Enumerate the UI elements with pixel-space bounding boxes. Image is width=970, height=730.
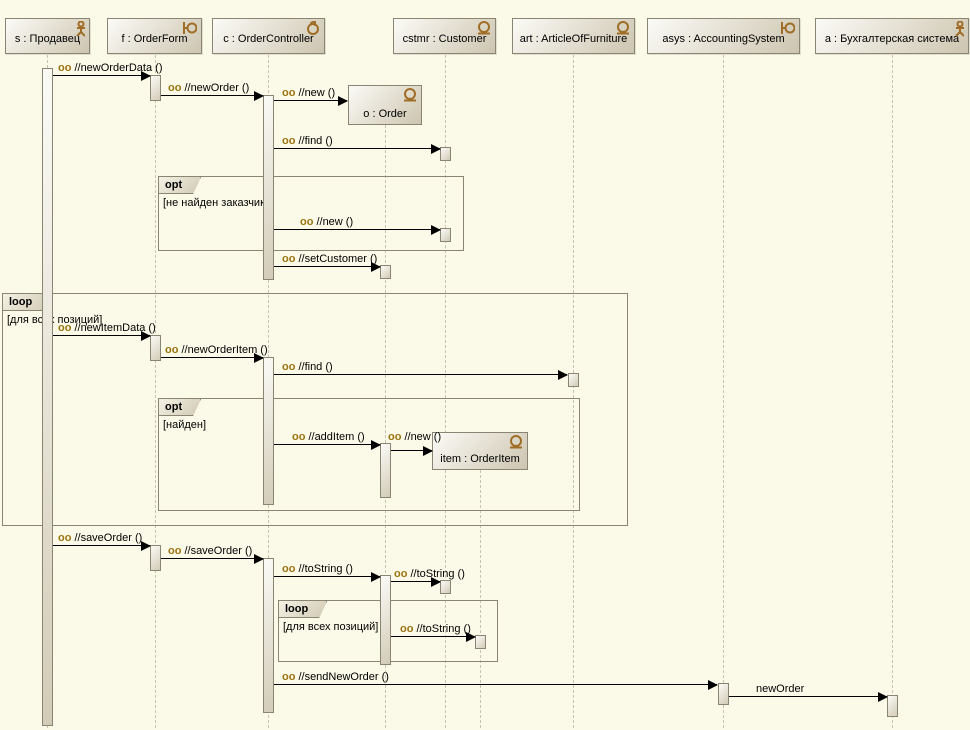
fragment-opt1[interactable]: opt [не найден заказчик] bbox=[158, 176, 464, 251]
message-m8[interactable] bbox=[161, 357, 263, 358]
message-label: oo//toString () bbox=[394, 568, 465, 580]
message-label: newOrder bbox=[756, 683, 804, 695]
activation-cstmr bbox=[440, 228, 451, 242]
activation-c bbox=[263, 95, 274, 280]
message-label: oo//newOrder () bbox=[168, 82, 249, 94]
activation-f bbox=[150, 545, 161, 571]
fragment-opt2[interactable]: opt [найден] bbox=[158, 398, 580, 511]
activation-o bbox=[380, 265, 391, 279]
fragment-guard: [не найден заказчик] bbox=[163, 197, 268, 209]
fragment-tag: loop bbox=[279, 601, 327, 618]
activation-asys bbox=[718, 683, 729, 705]
entity-icon bbox=[477, 21, 491, 38]
activation-a bbox=[887, 695, 898, 717]
lifeline-head-f[interactable]: f : OrderForm bbox=[107, 18, 202, 54]
message-label: oo//find () bbox=[282, 135, 333, 147]
message-label: oo//sendNewOrder () bbox=[282, 671, 389, 683]
lifeline-head-c[interactable]: c : OrderController bbox=[212, 18, 325, 54]
entity-icon bbox=[403, 88, 417, 105]
lifeline-label: f : OrderForm bbox=[121, 27, 187, 45]
fragment-guard: [найден] bbox=[163, 419, 206, 431]
entity-icon bbox=[616, 21, 630, 38]
activation-art bbox=[568, 373, 579, 387]
message-label: oo//newItemData () bbox=[58, 322, 156, 334]
message-label: oo//newOrderData () bbox=[58, 62, 162, 74]
message-m12[interactable] bbox=[53, 545, 150, 546]
message-label: oo//saveOrder () bbox=[58, 532, 142, 544]
message-label: oo//saveOrder () bbox=[168, 545, 252, 557]
activation-item bbox=[475, 635, 486, 649]
boundary-icon bbox=[781, 21, 795, 38]
control-icon bbox=[306, 21, 320, 38]
activation-c bbox=[263, 357, 274, 505]
lifeline-head-asys[interactable]: asys : AccountingSystem bbox=[647, 18, 800, 54]
lifeline-head-cstmr[interactable]: cstmr : Customer bbox=[393, 18, 496, 54]
message-m7[interactable] bbox=[53, 335, 150, 336]
actor-icon bbox=[75, 21, 85, 40]
message-label: oo//new () bbox=[388, 431, 441, 443]
fragment-tag: opt bbox=[159, 177, 201, 194]
message-m13[interactable] bbox=[161, 558, 263, 559]
message-m3[interactable] bbox=[274, 100, 347, 101]
message-label: oo//setCustomer () bbox=[282, 253, 377, 265]
fragment-tag: opt bbox=[159, 399, 201, 416]
activation-o bbox=[380, 575, 391, 665]
message-m1[interactable] bbox=[53, 75, 150, 76]
message-label: oo//find () bbox=[282, 361, 333, 373]
object-label: o : Order bbox=[363, 108, 406, 120]
lifeline-head-a[interactable]: a : Бухгалтерская система bbox=[815, 18, 969, 54]
fragment-guard: [для всех позиций] bbox=[283, 621, 378, 633]
message-m14[interactable] bbox=[274, 576, 380, 577]
message-label: oo//newOrderItem () bbox=[165, 344, 268, 356]
actor-icon bbox=[954, 21, 964, 40]
lifeline-label: s : Продавец bbox=[15, 27, 80, 45]
message-label: oo//new () bbox=[282, 87, 335, 99]
message-m9[interactable] bbox=[274, 374, 567, 375]
activation-cstmr bbox=[440, 580, 451, 594]
activation-cstmr bbox=[440, 147, 451, 161]
message-m4[interactable] bbox=[274, 148, 440, 149]
object-box-order[interactable]: o : Order bbox=[348, 85, 422, 125]
lifeline-label: art : ArticleOfFurniture bbox=[520, 27, 628, 45]
message-m17[interactable] bbox=[274, 684, 717, 685]
message-m16[interactable] bbox=[391, 636, 475, 637]
lifeline-head-s[interactable]: s : Продавец bbox=[5, 18, 90, 54]
activation-f bbox=[150, 75, 161, 101]
message-m10[interactable] bbox=[274, 444, 380, 445]
message-m2[interactable] bbox=[161, 95, 263, 96]
message-m18[interactable] bbox=[729, 696, 887, 697]
message-m6[interactable] bbox=[274, 266, 380, 267]
lifeline-a bbox=[892, 55, 893, 728]
message-m5[interactable] bbox=[274, 229, 440, 230]
message-label: oo//new () bbox=[300, 216, 353, 228]
message-m11[interactable] bbox=[391, 450, 432, 451]
message-m15[interactable] bbox=[391, 581, 440, 582]
activation-o bbox=[380, 443, 391, 498]
message-label: oo//toString () bbox=[282, 563, 353, 575]
lifeline-head-art[interactable]: art : ArticleOfFurniture bbox=[512, 18, 635, 54]
lifeline-label: asys : AccountingSystem bbox=[662, 27, 784, 45]
lifeline-label: a : Бухгалтерская система bbox=[825, 27, 959, 45]
message-label: oo//toString () bbox=[400, 623, 471, 635]
sequence-diagram-canvas: { "lifelines": { "s": { "label": "s : Пр… bbox=[0, 0, 970, 730]
activation-f bbox=[150, 335, 161, 361]
activation-c bbox=[263, 558, 274, 713]
lifeline-label: c : OrderController bbox=[223, 27, 313, 45]
lifeline-asys bbox=[723, 55, 724, 728]
activation-s bbox=[42, 68, 53, 726]
message-label: oo//addItem () bbox=[292, 431, 365, 443]
lifeline-label: cstmr : Customer bbox=[403, 27, 487, 45]
boundary-icon bbox=[183, 21, 197, 38]
